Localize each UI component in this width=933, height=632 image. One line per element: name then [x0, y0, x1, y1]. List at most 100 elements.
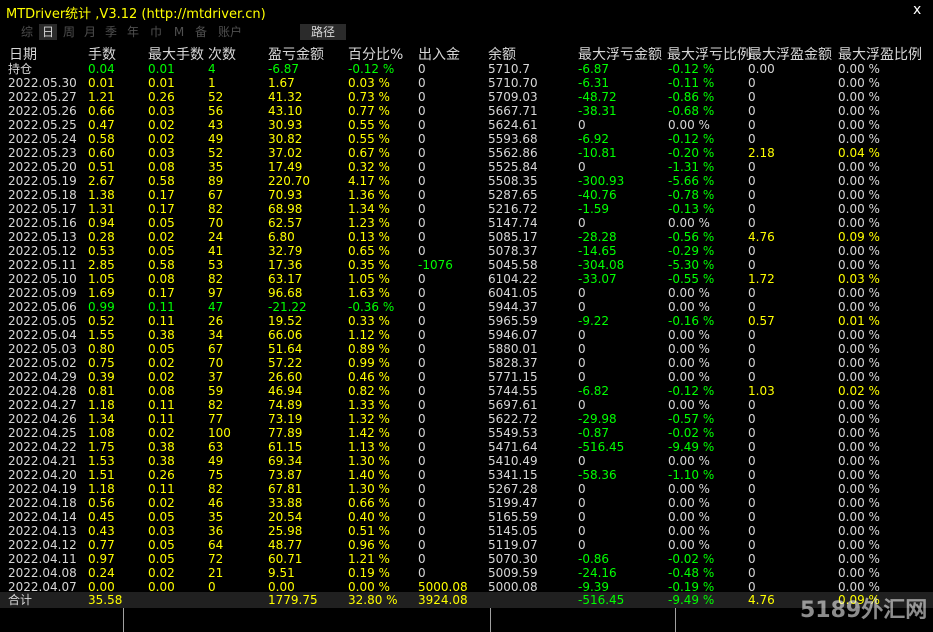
table-row[interactable]: 2022.05.19 2.67 0.58 89 220.70 4.17 % 0 5508.35… [0, 174, 933, 188]
column-header[interactable]: 最大浮盈金额 [748, 44, 832, 64]
table-row[interactable]: 2022.04.13 0.43 0.03 36 25.98 0.51 % 0 5145.05 0… [0, 524, 933, 538]
table-row[interactable]: 2022.05.26 0.66 0.03 56 43.10 0.77 % 0 5667.71 -… [0, 104, 933, 118]
table-row[interactable]: 2022.05.03 0.80 0.05 67 51.64 0.89 % 0 5880.01 0… [0, 342, 933, 356]
cell-balance: 5622.72 [488, 412, 538, 426]
cell-max-gain: 0 [748, 510, 756, 524]
table-row[interactable]: 2022.04.22 1.75 0.38 63 61.15 1.13 % 0 5471.64 -… [0, 440, 933, 454]
tab-8[interactable]: 备 [192, 24, 210, 40]
column-header[interactable]: 最大浮盈比例 [838, 44, 922, 64]
table-row[interactable]: 2022.05.06 0.99 0.11 47 -21.22 -0.36 % 0 5944.3… [0, 300, 933, 314]
table-row[interactable]: 2022.05.17 1.31 0.17 82 68.98 1.34 % 0 5216.72 -… [0, 202, 933, 216]
cell-balance: 5508.35 [488, 174, 538, 188]
table-row[interactable]: 2022.05.25 0.47 0.02 43 30.93 0.55 % 0 5624.61 0… [0, 118, 933, 132]
cell-flow: 0 [418, 384, 426, 398]
tab-5[interactable]: 年 [123, 24, 143, 40]
cell-max-lots: 0.05 [148, 244, 175, 258]
cell-max-loss-pct: -5.30 % [668, 258, 715, 272]
cell-pnl: -6.87 [268, 62, 300, 76]
cell-max-gain: 0.00 [748, 62, 775, 76]
cell-max-loss-pct: -9.49 % [668, 440, 715, 454]
table-row[interactable]: 2022.05.27 1.21 0.26 52 41.32 0.73 % 0 5709.03 -… [0, 90, 933, 104]
cell-count: 89 [208, 174, 224, 188]
tab-6[interactable]: 巾 [146, 24, 166, 40]
table-row[interactable]: 2022.04.21 1.53 0.38 49 69.34 1.30 % 0 5410.49 0… [0, 454, 933, 468]
cell-max-gain: 0 [748, 244, 756, 258]
table-row[interactable]: 持仓 0.04 0.01 4 -6.87 -0.12 % 0 5710.7 -6.87 -0.12… [0, 62, 933, 76]
column-header[interactable]: 最大手数 [148, 44, 204, 64]
cell-max-lots: 0.03 [148, 104, 175, 118]
tab-4[interactable]: 季 [102, 24, 120, 40]
table-row[interactable]: 2022.04.12 0.77 0.05 64 48.77 0.96 % 0 5119.07 0… [0, 538, 933, 552]
table-row[interactable]: 2022.05.10 1.05 0.08 82 63.17 1.05 % 0 6104.22 -… [0, 272, 933, 286]
table-row[interactable]: 2022.04.25 1.08 0.02 100 77.89 1.42 % 0 5549.53… [0, 426, 933, 440]
cell-flow: 0 [418, 496, 426, 510]
cell-max-loss-pct: -0.48 % [668, 566, 715, 580]
column-header[interactable]: 百分比% [348, 44, 403, 64]
cell-max-loss: 0 [578, 510, 586, 524]
cell-max-lots: 0.11 [148, 398, 175, 412]
table-row[interactable]: 2022.04.20 1.51 0.26 75 73.87 1.40 % 0 5341.15 -… [0, 468, 933, 482]
column-header[interactable]: 次数 [208, 44, 236, 64]
column-header[interactable]: 出入金 [418, 44, 460, 64]
cell-max-gain-pct: 0.00 % [838, 398, 880, 412]
table-row[interactable]: 2022.05.23 0.60 0.03 52 37.02 0.67 % 0 5562.86 -… [0, 146, 933, 160]
column-header[interactable]: 日期 [9, 44, 37, 64]
table-row[interactable]: 2022.05.24 0.58 0.02 49 30.82 0.55 % 0 5593.68 -… [0, 132, 933, 146]
cell-count: 56 [208, 104, 224, 118]
column-header[interactable]: 最大浮亏金额 [578, 44, 662, 64]
table-row[interactable]: 2022.05.16 0.94 0.05 70 62.57 1.23 % 0 5147.74 0… [0, 216, 933, 230]
cell-pnl: 6.80 [268, 230, 295, 244]
cell-count: 67 [208, 188, 224, 202]
table-row[interactable]: 2022.05.05 0.52 0.11 26 19.52 0.33 % 0 5965.59 -… [0, 314, 933, 328]
tab-2[interactable]: 周 [60, 24, 78, 40]
tab-0[interactable]: 综 [18, 24, 36, 40]
table-row[interactable]: 2022.05.11 2.85 0.58 53 17.36 0.35 % -1076 5045… [0, 258, 933, 272]
table-row[interactable]: 2022.04.28 0.81 0.08 59 46.94 0.82 % 0 5744.55 -… [0, 384, 933, 398]
cell-max-loss-pct: 0.00 % [668, 286, 710, 300]
table-row[interactable]: 2022.05.12 0.53 0.05 41 32.79 0.65 % 0 5078.37 -… [0, 244, 933, 258]
cell-pnl: 17.36 [268, 258, 303, 272]
cell-date: 2022.05.17 [8, 202, 77, 216]
table-row[interactable]: 2022.05.20 0.51 0.08 35 17.49 0.32 % 0 5525.84 0… [0, 160, 933, 174]
tab-10[interactable]: 路径 [300, 24, 346, 40]
cell-max-lots: 0.01 [148, 76, 175, 90]
table-row[interactable]: 2022.05.02 0.75 0.02 70 57.22 0.99 % 0 5828.37 0… [0, 356, 933, 370]
cell-balance: 5667.71 [488, 104, 538, 118]
cell-pnl: 33.88 [268, 496, 303, 510]
table-row[interactable]: 2022.04.11 0.97 0.05 72 60.71 1.21 % 0 5070.30 -… [0, 552, 933, 566]
table-row[interactable]: 2022.04.19 1.18 0.11 82 67.81 1.30 % 0 5267.28 0… [0, 482, 933, 496]
table-row[interactable]: 2022.05.04 1.55 0.38 34 66.06 1.12 % 0 5946.07 0… [0, 328, 933, 342]
cell-max-lots: 0.05 [148, 342, 175, 356]
cell-count: 24 [208, 230, 224, 244]
cell-flow: 0 [418, 552, 426, 566]
cell-max-gain: 0 [748, 76, 756, 90]
table-row[interactable]: 2022.05.18 1.38 0.17 67 70.93 1.36 % 0 5287.65 -… [0, 188, 933, 202]
cell-pnl: 70.93 [268, 188, 303, 202]
table-row[interactable]: 2022.05.30 0.01 0.01 1 1.67 0.03 % 0 5710.70 -6.… [0, 76, 933, 90]
table-row[interactable]: 2022.04.29 0.39 0.02 37 26.60 0.46 % 0 5771.15 0… [0, 370, 933, 384]
cell-balance: 5085.17 [488, 230, 538, 244]
cell-count: 82 [208, 398, 224, 412]
column-header[interactable]: 手数 [88, 44, 116, 64]
column-header[interactable]: 余额 [488, 44, 516, 64]
cell-lots: 0.51 [88, 160, 115, 174]
cell-max-lots: 0.17 [148, 188, 175, 202]
tab-7[interactable]: M [170, 24, 188, 40]
table-row[interactable]: 2022.05.09 1.69 0.17 97 96.68 1.63 % 0 6041.05 0… [0, 286, 933, 300]
cell-lots: 1.69 [88, 286, 115, 300]
table-row[interactable]: 2022.04.26 1.34 0.11 77 73.19 1.32 % 0 5622.72 -… [0, 412, 933, 426]
tab-9[interactable]: 账户 [214, 24, 246, 40]
tab-3[interactable]: 月 [81, 24, 99, 40]
cell-max-lots: 0.08 [148, 160, 175, 174]
cell-max-loss: -6.87 [578, 62, 610, 76]
table-row[interactable]: 2022.05.13 0.28 0.02 24 6.80 0.13 % 0 5085.17 -2… [0, 230, 933, 244]
close-icon[interactable]: x [913, 2, 921, 18]
table-row[interactable]: 2022.04.14 0.45 0.05 35 20.54 0.40 % 0 5165.59 0… [0, 510, 933, 524]
column-header[interactable]: 最大浮亏比例 [667, 44, 751, 64]
table-row[interactable]: 2022.04.27 1.18 0.11 82 74.89 1.33 % 0 5697.61 0… [0, 398, 933, 412]
table-row[interactable]: 2022.04.08 0.24 0.02 21 9.51 0.19 % 0 5009.59 -2… [0, 566, 933, 580]
tab-1[interactable]: 日 [39, 24, 57, 40]
column-header[interactable]: 盈亏金额 [268, 44, 324, 64]
table-row[interactable]: 2022.04.18 0.56 0.02 46 33.88 0.66 % 0 5199.47 0… [0, 496, 933, 510]
cell-pct: 0.55 % [348, 118, 390, 132]
